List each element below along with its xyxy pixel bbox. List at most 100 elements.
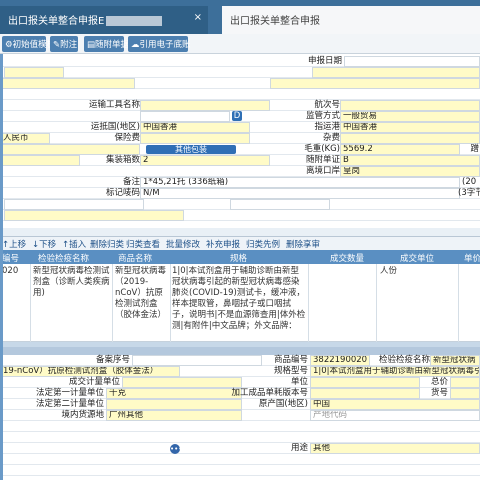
delete-review-button[interactable]: 删除享审 (286, 238, 320, 250)
redacted-field[interactable] (0, 155, 80, 166)
col-goods-name: 商品名称 (118, 254, 153, 264)
row-spec: 1|0|本试剂盒用于辅助诊断由新型冠状病毒引起的新型冠状病毒感染肺炎(COVID… (172, 266, 306, 331)
goods-code-label: 商品编号 (273, 355, 308, 365)
col-no: 编号 (2, 254, 20, 264)
spec-label: 规格型号 (273, 366, 308, 376)
move-up-button[interactable]: ↑上移 (2, 238, 26, 250)
usage-field[interactable]: 其他 (310, 443, 480, 454)
unit-label: 单位 (290, 377, 308, 387)
tab-export-declaration-e[interactable]: 出口报关单整合申报E × (0, 6, 208, 34)
splitter-bar[interactable] (0, 347, 480, 355)
grid-toolbar: ↑上移 ↓下移 ↑插入 删除归类 归类查看 批量修改 补充申报 归类先例 删除享… (0, 236, 480, 250)
currency-field[interactable]: 人民币 (0, 133, 50, 144)
row-inspection-name: 新型冠状病毒检测试剂盒（诊断人类疾病用) (33, 266, 110, 298)
processing-version-label: 加工成品单耗版本号 (231, 388, 308, 398)
close-icon[interactable]: × (194, 12, 202, 23)
attached-docs-label: 随附单证 (305, 155, 340, 165)
total-field[interactable] (450, 377, 480, 388)
domestic-source-field[interactable]: 广州其他 (106, 410, 242, 421)
redacted-field[interactable] (0, 144, 140, 155)
cloud-icon: ☁ (131, 40, 140, 50)
attached-docs-button[interactable]: ▤随附单据 (84, 36, 129, 52)
col-unit: 成交单位 (400, 254, 435, 264)
transport-field[interactable] (140, 100, 270, 111)
docs-icon: ▤ (87, 40, 96, 50)
header-form: 申报日期 运输工具名称 航次号 D 监管方式 一般贸易 运抵国(地区) 中国香港… (0, 54, 480, 228)
redacted-field[interactable] (312, 67, 480, 78)
place-code-field[interactable]: 产地代码 (310, 410, 480, 421)
origin-country-field[interactable]: 中国 (310, 399, 480, 410)
redacted-field[interactable] (4, 199, 144, 210)
reference-ledger-button[interactable]: ☁引用电子底账 (128, 36, 191, 52)
record-no-field[interactable] (132, 355, 262, 366)
lookup-icon[interactable]: D (232, 111, 242, 121)
redacted-field[interactable] (230, 199, 330, 210)
table-row[interactable]: 020 新型冠状病毒检测试剂盒（诊断人类疾病用) 新型冠状病毒（2019-nCo… (0, 264, 480, 342)
left-edge-strip (0, 54, 3, 480)
remark-label: 备注 (122, 177, 140, 187)
supervision-field[interactable]: 一般贸易 (340, 111, 480, 122)
transport-sub-field[interactable] (140, 111, 230, 122)
origin-country-label: 原产国(地区) (258, 399, 308, 409)
voyage-field[interactable] (340, 100, 480, 111)
voyage-label: 航次号 (314, 100, 340, 110)
misc-field[interactable] (340, 133, 480, 144)
dest-port-field[interactable]: 中国香港 (340, 122, 480, 133)
tab-label: 出口报关单整合申报E (8, 16, 105, 27)
exit-port-label: 离境口岸 (305, 166, 340, 176)
inspect-name-field[interactable]: 新型冠状病 (430, 355, 480, 366)
redacted-field[interactable] (4, 210, 184, 221)
mark-field[interactable]: N/M (140, 188, 460, 199)
gross-weight-field[interactable]: 5569.2 (340, 144, 460, 155)
cargo-no-label: 货号 (430, 388, 448, 398)
redacted-field[interactable] (270, 78, 480, 89)
misc-label: 杂费 (322, 133, 340, 143)
cargo-no-field[interactable] (450, 388, 480, 399)
template-icon: ⚙ (5, 40, 13, 50)
classify-precedent-button[interactable]: 归类先例 (246, 238, 280, 250)
goods-code-field[interactable]: 3822190020 (310, 355, 370, 366)
dest-port-label: 指运港 (314, 122, 340, 132)
inspect-name-label: 检验检疫名称 (378, 355, 430, 365)
redacted-block (106, 16, 163, 26)
deal-unit-label: 成交计量单位 (68, 377, 120, 387)
declare-date-field[interactable] (344, 56, 480, 67)
initial-template-button[interactable]: ⚙初始值模板 (2, 36, 55, 52)
more-icon[interactable]: ••• (170, 444, 182, 454)
container-count-field[interactable]: 2 (140, 155, 270, 166)
spec-field[interactable]: 1|0|本试剂盒用于辅助诊断由新型冠状病毒引起的 (310, 366, 480, 377)
redacted-field[interactable] (4, 67, 64, 78)
attached-docs-field[interactable]: B (340, 155, 480, 166)
transport-label: 运输工具名称 (88, 100, 140, 110)
processing-version-field[interactable] (310, 388, 420, 399)
tab-label: 出口报关单整合申报 (230, 16, 320, 27)
remark-extra: (20 (462, 177, 477, 187)
usage-label: 用途 (290, 443, 308, 453)
insert-button[interactable]: ↑插入 (62, 238, 86, 250)
trade-country-field[interactable]: 中国香港 (140, 122, 250, 133)
redacted-field[interactable] (0, 78, 135, 89)
total-label: 总价 (430, 377, 448, 387)
legal-first-unit-label: 法定第一计量单位 (35, 388, 104, 398)
row-goods-name: 新型冠状病毒（2019-nCoV）抗原检测试剂盒（胶体金法） (115, 266, 167, 320)
legal-second-unit-field[interactable] (106, 399, 242, 410)
deal-unit-field[interactable] (122, 377, 242, 388)
trade-name-field[interactable]: 19-nCoV）抗原检测试剂盒（胶体金法） (0, 366, 180, 377)
gross-weight-label: 毛重(KG) (304, 144, 340, 154)
batch-edit-button[interactable]: 批量修改 (166, 238, 200, 250)
note-button[interactable]: ✎附注 (50, 36, 78, 52)
row-unit: 人份 (380, 266, 398, 276)
exit-port-field[interactable]: 皇岗 (340, 166, 480, 177)
remark-field[interactable]: 1*45,21托 (336纸箱) (140, 177, 460, 188)
unit-field[interactable] (310, 377, 420, 388)
view-classify-button[interactable]: 归类查看 (126, 238, 160, 250)
grid-header: 编号 检验检疫名称 商品名称 规格 成交数量 成交单位 单价 (0, 250, 480, 264)
declare-date-label: 申报日期 (307, 56, 342, 66)
other-pack-button[interactable]: 其他包装 (146, 145, 236, 154)
supplement-button[interactable]: 补充申报 (206, 238, 240, 250)
tab-export-declaration[interactable]: 出口报关单整合申报 (222, 6, 480, 34)
insurance-field[interactable] (140, 133, 250, 144)
delete-classify-button[interactable]: 删除归类 (90, 238, 124, 250)
move-down-button[interactable]: ↓下移 (32, 238, 56, 250)
legal-second-unit-label: 法定第二计量单位 (35, 399, 104, 409)
